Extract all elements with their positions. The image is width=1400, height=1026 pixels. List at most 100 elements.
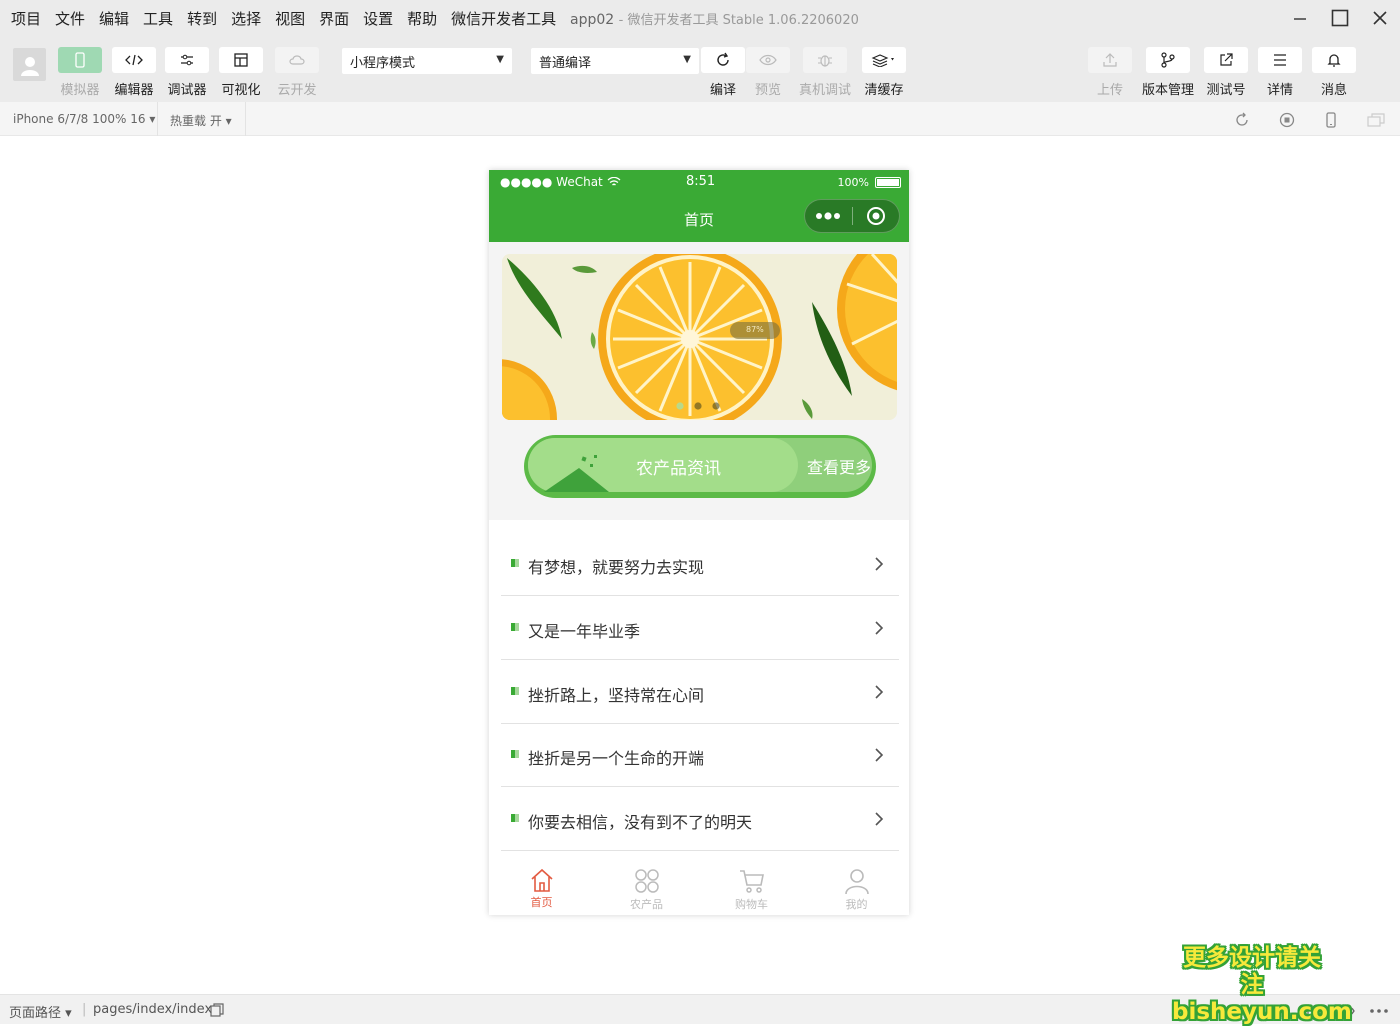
version-label: 版本管理	[1142, 79, 1194, 98]
visual-label: 可视化	[221, 79, 260, 98]
menu-select[interactable]: 选择	[228, 6, 264, 31]
minimize-button[interactable]	[1280, 0, 1320, 36]
menu-wechat-devtools[interactable]: 微信开发者工具	[448, 6, 559, 31]
menu-edit[interactable]: 编辑	[96, 6, 132, 31]
editor-label: 编辑器	[114, 79, 153, 98]
user-icon	[843, 867, 871, 895]
app-name: app02	[570, 12, 614, 28]
rotate-button[interactable]	[1233, 111, 1251, 129]
external-link-icon	[1218, 52, 1234, 68]
simulator-label: 模拟器	[60, 79, 99, 98]
status-bar: ●●●●● WeChat 8:51 100%	[489, 170, 909, 196]
menu-view[interactable]: 视图	[272, 6, 308, 31]
clear-cache-button[interactable]: 清缓存	[862, 47, 906, 98]
record-button[interactable]	[1278, 111, 1296, 129]
capsule-menu	[804, 199, 900, 233]
bell-icon	[1326, 52, 1342, 68]
wifi-icon	[607, 177, 621, 187]
visual-button[interactable]: 可视化	[219, 47, 263, 98]
menu-bar: 项目 文件 编辑 工具 转到 选择 视图 界面 设置 帮助 微信开发者工具 ap…	[0, 0, 1400, 36]
menu-project[interactable]: 项目	[8, 6, 44, 31]
compile-select[interactable]: 普通编译 ▼	[531, 48, 699, 74]
upload-label: 上传	[1097, 79, 1123, 98]
minimize-icon	[1292, 10, 1308, 26]
user-avatar-icon	[19, 54, 41, 76]
tab-label: 农产品	[630, 896, 663, 912]
close-miniprogram-button[interactable]	[852, 206, 899, 226]
list-item[interactable]: 挫折路上，坚持常在心间	[501, 660, 899, 724]
details-button[interactable]: 详情	[1258, 47, 1302, 98]
stop-record-icon	[1279, 112, 1295, 128]
debugger-button[interactable]: 调试器	[165, 47, 209, 98]
upload-button[interactable]: 上传	[1088, 47, 1132, 98]
menu-goto[interactable]: 转到	[184, 6, 220, 31]
remote-debug-button[interactable]: 真机调试	[799, 47, 851, 98]
cloud-icon	[288, 54, 306, 66]
carrier-label: ●●●●● WeChat	[500, 175, 621, 189]
editor-button[interactable]: 编辑器	[112, 47, 156, 98]
version-button[interactable]: 版本管理	[1142, 47, 1194, 98]
compile-button[interactable]: 编译	[701, 47, 745, 98]
list-item[interactable]: 有梦想，就要努力去实现	[501, 532, 899, 596]
bullet-icon	[511, 559, 519, 567]
close-icon	[1372, 10, 1388, 26]
page-path-value: pages/index/index	[93, 1002, 212, 1017]
view-more-link[interactable]: 查看更多	[807, 454, 871, 478]
cart-icon	[738, 867, 766, 895]
tab-cart[interactable]: 购物车	[699, 853, 804, 915]
tab-products[interactable]: 农产品	[594, 853, 699, 915]
watermark-line: 更多设计请关注	[1172, 945, 1332, 999]
upload-icon	[1102, 52, 1118, 68]
messages-button[interactable]: 消息	[1312, 47, 1356, 98]
device-select[interactable]: iPhone 6/7/8 100% 16 ▾	[13, 112, 155, 126]
tab-mine[interactable]: 我的	[804, 853, 909, 915]
tab-home[interactable]: 首页	[489, 853, 594, 915]
list-item[interactable]: 你要去相信，没有到不了的明天	[501, 787, 899, 851]
banner-progress-badge: 87%	[746, 325, 764, 334]
preview-button[interactable]: 预览	[746, 47, 790, 98]
list-item-title: 又是一年毕业季	[528, 618, 640, 642]
maximize-button[interactable]	[1320, 0, 1360, 36]
chevron-right-icon	[873, 684, 885, 700]
divider: |	[82, 1002, 86, 1017]
news-banner[interactable]: 农产品资讯 查看更多	[524, 435, 876, 498]
phone-simulator: ●●●●● WeChat 8:51 100% 首页	[489, 170, 909, 915]
mode-select[interactable]: 小程序模式 ▼	[342, 48, 512, 74]
menu-file[interactable]: 文件	[52, 6, 88, 31]
tab-label: 我的	[846, 896, 868, 912]
close-button[interactable]	[1360, 0, 1400, 36]
menu-tools[interactable]: 工具	[140, 6, 176, 31]
bullet-icon	[511, 814, 519, 822]
hot-reload-select[interactable]: 热重载 开 ▾	[170, 112, 232, 129]
banner-swiper[interactable]: 87%	[502, 254, 897, 420]
refresh-icon	[715, 52, 731, 68]
more-button[interactable]	[805, 212, 852, 220]
menu-interface[interactable]: 界面	[316, 6, 352, 31]
watermark-line: bisheyun.com	[1172, 999, 1332, 1026]
cloud-button[interactable]: 云开发	[275, 47, 319, 98]
list-item[interactable]: 又是一年毕业季	[501, 596, 899, 660]
menu-list: 项目 文件 编辑 工具 转到 选择 视图 界面 设置 帮助 微信开发者工具	[8, 0, 567, 36]
more-dots-icon[interactable]	[1369, 1008, 1389, 1014]
detach-window-button[interactable]	[1367, 111, 1385, 129]
phone-icon	[1325, 112, 1337, 128]
avatar[interactable]	[13, 48, 46, 81]
page-path-select[interactable]: 页面路径 ▾	[9, 1002, 72, 1021]
simulator-button[interactable]: 模拟器	[58, 47, 102, 98]
test-account-button[interactable]: 测试号	[1204, 47, 1248, 98]
list-item[interactable]: 挫折是另一个生命的开端	[501, 723, 899, 787]
device-frame-button[interactable]	[1322, 111, 1340, 129]
cloud-label: 云开发	[277, 79, 316, 98]
menu-help[interactable]: 帮助	[404, 6, 440, 31]
compile-select-value: 普通编译	[539, 52, 591, 71]
menu-settings[interactable]: 设置	[360, 6, 396, 31]
home-icon	[529, 867, 555, 893]
status-time: 8:51	[686, 174, 715, 189]
maximize-icon	[1331, 9, 1349, 27]
chevron-down-icon: ▼	[683, 54, 691, 65]
copy-icon[interactable]	[210, 1003, 224, 1017]
list-item-title: 挫折是另一个生命的开端	[528, 745, 704, 769]
preview-label: 预览	[755, 79, 781, 98]
nav-bar: 首页	[489, 196, 909, 242]
phone-icon	[74, 52, 86, 68]
